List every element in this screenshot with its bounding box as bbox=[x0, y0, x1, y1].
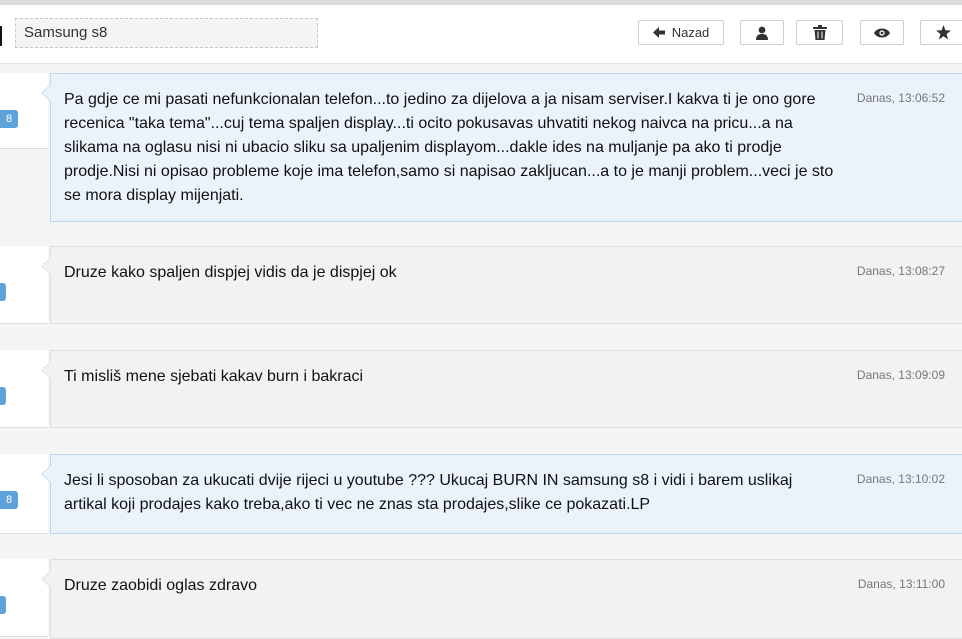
view-button[interactable] bbox=[860, 20, 904, 45]
message-row: 8 Jesi li sposoban za ukucati dvije rije… bbox=[0, 454, 962, 536]
message-bubble: Druze kako spaljen dispjej vidis da je d… bbox=[41, 246, 962, 324]
message-text: Jesi li sposoban za ukucati dvije rijeci… bbox=[64, 472, 793, 513]
eye-icon bbox=[874, 28, 890, 38]
delete-button[interactable] bbox=[796, 20, 843, 45]
trash-icon bbox=[812, 25, 827, 40]
message-timestamp: Danas, 13:11:00 bbox=[857, 577, 945, 591]
user-profile-button[interactable] bbox=[740, 20, 784, 45]
message-timestamp: Danas, 13:06:52 bbox=[856, 91, 945, 105]
user-icon bbox=[755, 26, 769, 40]
message-count-badge bbox=[0, 283, 6, 301]
message-bubble: Pa gdje ce mi pasati nefunkcionalan tele… bbox=[41, 73, 962, 222]
star-icon bbox=[935, 25, 951, 40]
message-bubble: Druze zaobidi oglas zdravo Danas, 13:11:… bbox=[41, 559, 962, 639]
message-bubble: Ti misliš mene sjebati kakav burn i bakr… bbox=[41, 350, 962, 428]
back-button[interactable]: Nazad bbox=[638, 20, 724, 45]
message-text: Druze zaobidi oglas zdravo bbox=[64, 577, 257, 594]
message-row: 8 Pa gdje ce mi pasati nefunkcionalan te… bbox=[0, 73, 962, 223]
message-count-badge bbox=[0, 596, 6, 614]
favorite-button[interactable] bbox=[920, 20, 962, 45]
message-timestamp: Danas, 13:10:02 bbox=[856, 472, 945, 486]
conversation-subject: Samsung s8 bbox=[15, 18, 318, 48]
back-button-label: Nazad bbox=[671, 25, 710, 40]
message-row: Druze zaobidi oglas zdravo Danas, 13:11:… bbox=[0, 559, 962, 639]
arrow-left-icon bbox=[652, 27, 665, 38]
message-text: Ti misliš mene sjebati kakav burn i bakr… bbox=[64, 368, 364, 385]
message-bubble: Jesi li sposoban za ukucati dvije rijeci… bbox=[41, 454, 962, 534]
message-count-badge bbox=[0, 387, 6, 405]
bubble-pointer bbox=[41, 257, 51, 275]
message-timestamp: Danas, 13:09:09 bbox=[856, 368, 945, 382]
message-row: Druze kako spaljen dispjej vidis da je d… bbox=[0, 246, 962, 326]
left-edge-marker bbox=[0, 26, 2, 46]
message-row: Ti misliš mene sjebati kakav burn i bakr… bbox=[0, 350, 962, 430]
bubble-pointer bbox=[41, 465, 51, 483]
bubble-pointer bbox=[41, 570, 51, 588]
conversation-header: Samsung s8 Nazad bbox=[0, 5, 962, 64]
bubble-pointer bbox=[41, 361, 51, 379]
message-text: Pa gdje ce mi pasati nefunkcionalan tele… bbox=[64, 91, 834, 204]
message-text: Druze kako spaljen dispjej vidis da je d… bbox=[64, 264, 397, 281]
message-timestamp: Danas, 13:08:27 bbox=[856, 264, 945, 278]
message-count-badge: 8 bbox=[0, 110, 18, 128]
bubble-pointer bbox=[41, 84, 51, 102]
message-count-badge: 8 bbox=[0, 491, 18, 509]
